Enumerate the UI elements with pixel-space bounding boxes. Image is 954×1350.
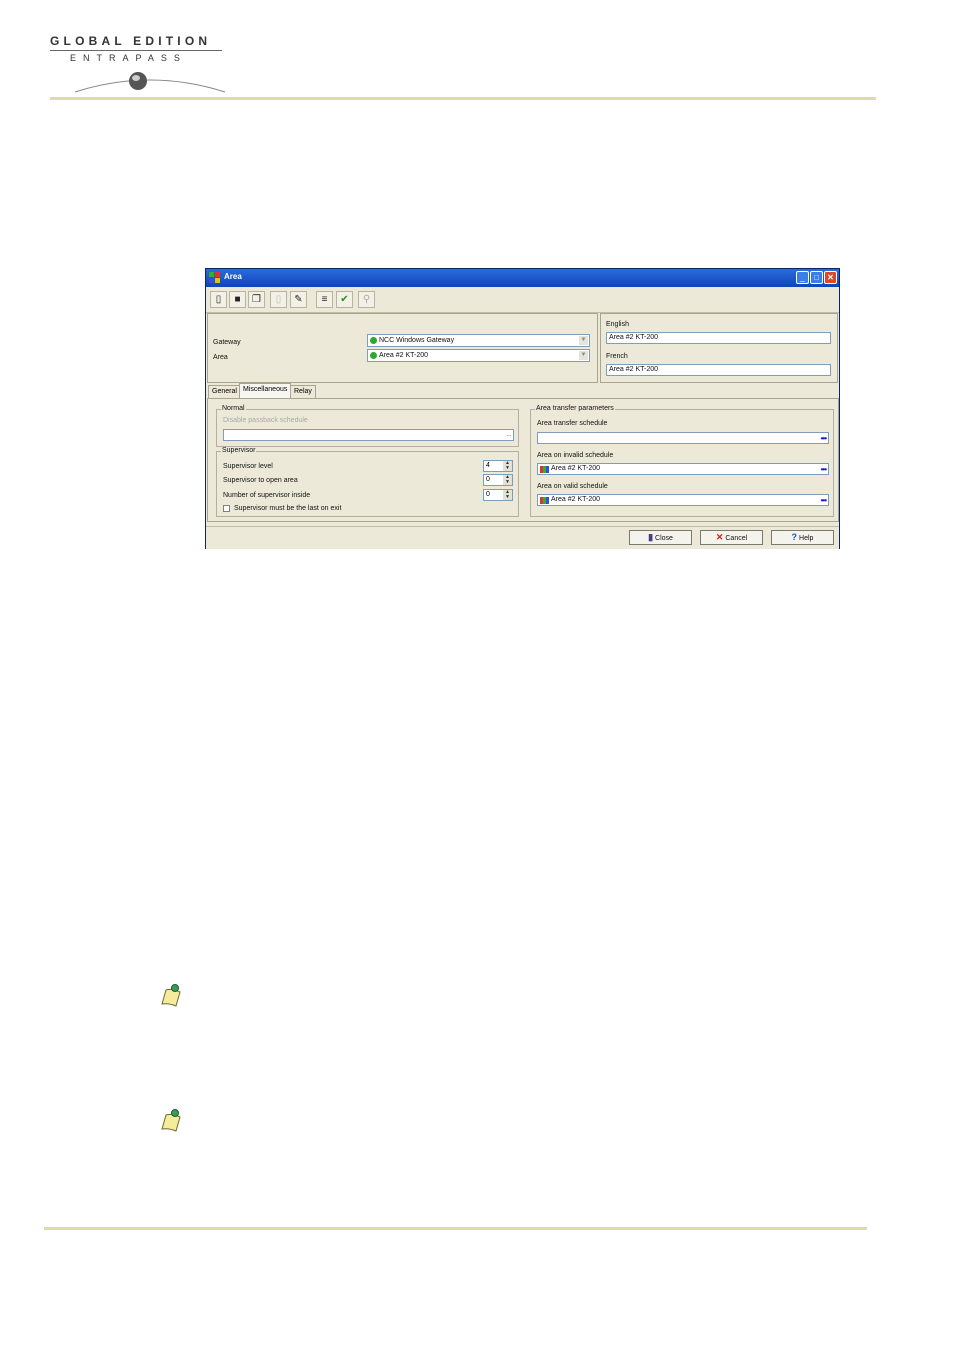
english-field[interactable]: Area #2 KT-200 — [606, 332, 831, 344]
logo-title: GLOBAL EDITION — [50, 34, 212, 48]
area-select[interactable]: Area #2 KT-200 ▼ — [367, 349, 590, 362]
logo-subtitle: ENTRAPASS — [70, 53, 187, 63]
supervisor-group-title: Supervisor — [221, 447, 257, 454]
header-rule — [50, 97, 876, 100]
invalid-schedule-field[interactable]: Area #2 KT-200 ••• — [537, 463, 829, 475]
supervisor-level-label: Supervisor level — [223, 463, 273, 470]
link-icon[interactable]: ✔ — [336, 291, 353, 308]
save-icon[interactable]: ■ — [229, 291, 246, 308]
chevron-down-icon[interactable]: ▼ — [579, 351, 588, 360]
area-status-icon — [370, 352, 377, 359]
supervisor-inside-label: Number of supervisor inside — [223, 492, 311, 499]
valid-schedule-field[interactable]: Area #2 KT-200 ••• — [537, 494, 829, 506]
new-icon[interactable]: ▯ — [210, 291, 227, 308]
help-icon: ? — [791, 532, 798, 542]
component-panel: Gateway NCC Windows Gateway ▼ Area Area … — [207, 313, 598, 383]
area-transfer-group-title: Area transfer parameters — [535, 405, 615, 412]
button-bar: ▮ Close ✕ Cancel ? Help — [206, 526, 839, 549]
door-icon: ▮ — [648, 532, 654, 542]
valid-schedule-label: Area on valid schedule — [537, 483, 608, 490]
transfer-schedule-field[interactable]: ••• — [537, 432, 829, 444]
gateway-status-icon — [370, 337, 377, 344]
close-button[interactable]: ▮ Close — [629, 530, 692, 545]
close-window-button[interactable]: ✕ — [824, 271, 837, 284]
ellipsis-icon[interactable]: ••• — [821, 496, 827, 505]
list-icon[interactable]: ≡ — [316, 291, 333, 308]
french-label: French — [606, 353, 628, 360]
gateway-select[interactable]: NCC Windows Gateway ▼ — [367, 334, 590, 347]
tab-relay[interactable]: Relay — [290, 385, 316, 398]
print-icon[interactable]: ✎ — [290, 291, 307, 308]
miscellaneous-panel: Normal Disable passback schedule ··· Sup… — [207, 398, 839, 522]
help-button[interactable]: ? Help — [771, 530, 834, 545]
supervisor-level-stepper[interactable]: 4 ▲ ▼ — [483, 460, 513, 472]
french-field[interactable]: Area #2 KT-200 — [606, 364, 831, 376]
area-color-icon — [540, 497, 549, 504]
supervisor-last-label: Supervisor must be the last on exit — [234, 505, 342, 512]
stepper-arrows-icon[interactable]: ▲ ▼ — [503, 475, 512, 485]
tab-miscellaneous[interactable]: Miscellaneous — [239, 383, 292, 398]
english-label: English — [606, 321, 629, 328]
ellipsis-icon[interactable]: ••• — [821, 434, 827, 443]
tab-general[interactable]: General — [208, 385, 241, 398]
gateway-label: Gateway — [213, 339, 241, 346]
chevron-down-icon[interactable]: ▼ — [579, 336, 588, 345]
copy-icon[interactable]: ❐ — [248, 291, 265, 308]
logo-rule — [50, 50, 222, 51]
normal-group: Normal Disable passback schedule ··· — [216, 405, 519, 447]
area-transfer-group: Area transfer parameters Area transfer s… — [530, 405, 834, 517]
area-label: Area — [213, 354, 228, 361]
note-icon — [161, 984, 181, 1007]
ellipsis-icon[interactable]: ··· — [506, 431, 512, 440]
supervisor-last-checkbox[interactable] — [223, 505, 230, 512]
supervisor-open-label: Supervisor to open area — [223, 477, 298, 484]
normal-group-title: Normal — [221, 405, 246, 412]
minimize-button[interactable]: _ — [796, 271, 809, 284]
title-bar: Area _ □ ✕ — [206, 269, 839, 287]
description-panel: English Area #2 KT-200 French Area #2 KT… — [600, 313, 838, 383]
cancel-x-icon: ✕ — [715, 532, 724, 542]
supervisor-inside-stepper[interactable]: 0 ▲ ▼ — [483, 489, 513, 501]
delete-icon[interactable]: ▯ — [270, 291, 287, 308]
disable-passback-field[interactable]: ··· — [223, 429, 514, 441]
toolbar: ▯ ■ ❐ ▯ ✎ ≡ ✔ ⚲ — [206, 288, 839, 313]
maximize-button[interactable]: □ — [810, 271, 823, 284]
area-app-icon — [209, 272, 220, 283]
logo-orb-icon — [74, 72, 226, 93]
invalid-schedule-label: Area on invalid schedule — [537, 452, 614, 459]
supervisor-open-stepper[interactable]: 0 ▲ ▼ — [483, 474, 513, 486]
stepper-arrows-icon[interactable]: ▲ ▼ — [503, 490, 512, 500]
stepper-arrows-icon[interactable]: ▲ ▼ — [503, 461, 512, 471]
area-window: Area _ □ ✕ ▯ ■ ❐ ▯ ✎ ≡ ✔ ⚲ Gateway NCC W… — [205, 268, 840, 549]
footer-rule — [44, 1227, 867, 1230]
find-icon[interactable]: ⚲ — [358, 291, 375, 308]
disable-passback-label: Disable passback schedule — [223, 417, 308, 424]
transfer-schedule-label: Area transfer schedule — [537, 420, 608, 427]
supervisor-group: Supervisor Supervisor level 4 ▲ ▼ Supervi… — [216, 447, 519, 517]
note-icon — [161, 1109, 181, 1132]
cancel-button[interactable]: ✕ Cancel — [700, 530, 763, 545]
ellipsis-icon[interactable]: ••• — [821, 465, 827, 474]
window-title: Area — [224, 272, 242, 281]
area-color-icon — [540, 466, 549, 473]
